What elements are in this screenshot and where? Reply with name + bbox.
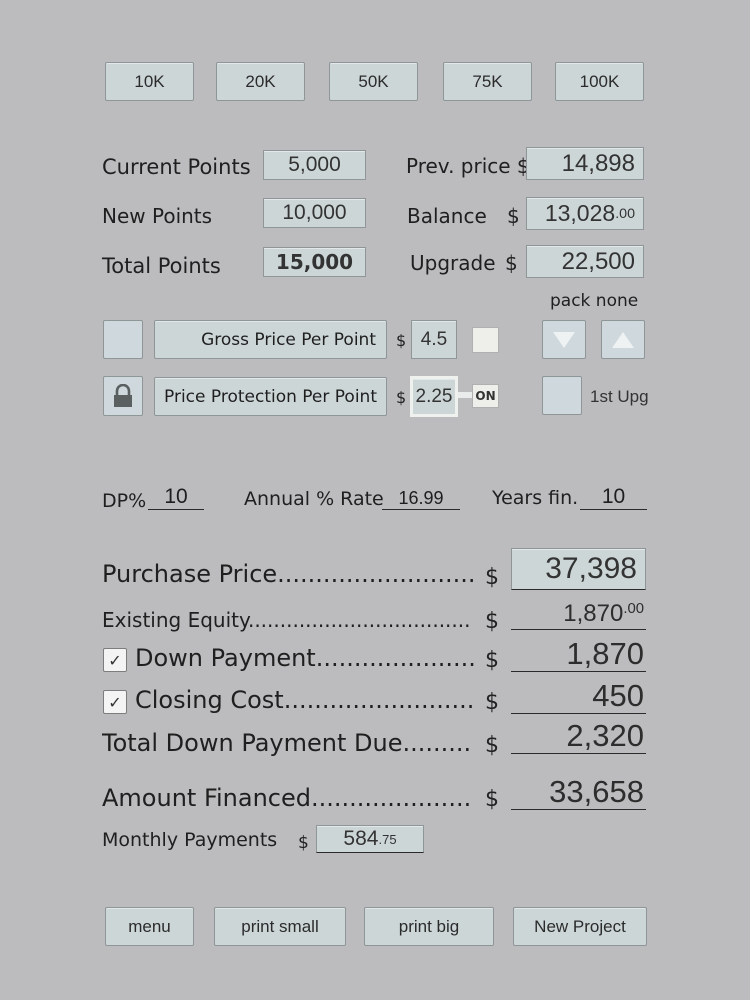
price-protection-per-point-button[interactable]: Price Protection Per Point	[154, 377, 387, 416]
total-down-payment-label: Total Down Payment Due.........	[102, 729, 472, 757]
total-down-currency: $	[485, 733, 499, 758]
gross-price-field[interactable]: 4.5	[411, 320, 457, 359]
pack-down-button[interactable]	[542, 320, 586, 359]
existing-equity-value: 1,870.00	[511, 600, 646, 630]
equity-main: 1,870	[563, 600, 624, 627]
closing-cost-value: 450	[511, 678, 646, 714]
purchase-price-field[interactable]: 37,398	[511, 548, 646, 590]
monthly-cents: .75	[378, 831, 397, 847]
first-upg-label: 1st Upg	[590, 387, 649, 406]
gross-checkbox[interactable]	[472, 327, 499, 353]
equity-currency: $	[485, 609, 499, 634]
purchase-currency: $	[485, 565, 499, 590]
upgrade-label: Upgrade	[410, 251, 496, 275]
years-financed-label: Years fin.	[492, 487, 579, 509]
first-upg-checkbox[interactable]	[542, 376, 582, 415]
protection-currency: $	[396, 388, 407, 407]
down-payment-checkbox[interactable]: ✓	[103, 648, 127, 672]
monthly-main: 584	[343, 827, 379, 850]
print-small-button[interactable]: print small	[214, 907, 346, 946]
arrow-down-icon	[553, 331, 575, 348]
toggle-track	[458, 392, 472, 398]
existing-equity-label: Existing Equity.........................…	[102, 608, 471, 632]
balance-currency: $	[507, 204, 520, 228]
gross-currency: $	[396, 331, 407, 350]
new-points-label: New Points	[102, 204, 213, 228]
total-down-payment-value: 2,320	[511, 718, 646, 754]
menu-button[interactable]: menu	[105, 907, 194, 946]
purchase-price-label: Purchase Price..........................	[102, 560, 476, 588]
closing-cost-currency: $	[485, 690, 499, 715]
lock-button[interactable]	[103, 376, 143, 416]
prev-price-label: Prev. price $	[406, 154, 530, 178]
amount-financed-currency: $	[485, 787, 499, 812]
gross-toggle-square[interactable]	[103, 320, 143, 359]
balance-label: Balance	[407, 204, 487, 228]
print-big-button[interactable]: print big	[364, 907, 494, 946]
down-payment-currency: $	[485, 648, 499, 673]
preset-10k-button[interactable]: 10K	[105, 62, 194, 101]
closing-cost-label: Closing Cost.........................	[135, 686, 475, 714]
preset-20k-button[interactable]: 20K	[216, 62, 305, 101]
upgrade-field: 22,500	[526, 245, 644, 278]
arrow-up-icon	[612, 331, 634, 348]
annual-rate-input[interactable]: 16.99	[382, 482, 460, 510]
monthly-payments-label: Monthly Payments	[102, 829, 278, 851]
balance-cents: .00	[615, 205, 635, 222]
years-financed-input[interactable]: 10	[580, 482, 647, 510]
prev-price-field[interactable]: 14,898	[526, 147, 644, 180]
new-points-field[interactable]: 10,000	[263, 198, 366, 228]
closing-cost-checkbox[interactable]: ✓	[103, 690, 127, 714]
upgrade-currency: $	[505, 251, 518, 275]
balance-field: 13,028.00	[526, 197, 644, 230]
preset-75k-button[interactable]: 75K	[443, 62, 532, 101]
lock-icon	[114, 384, 132, 407]
preset-100k-button[interactable]: 100K	[555, 62, 644, 101]
current-points-field[interactable]: 5,000	[263, 150, 366, 180]
amount-financed-value: 33,658	[511, 774, 646, 810]
dp-percent-label: DP%	[102, 490, 147, 512]
protection-price-field[interactable]: 2.25	[410, 376, 458, 417]
dp-percent-input[interactable]: 10	[148, 482, 204, 510]
monthly-currency: $	[298, 833, 309, 853]
annual-rate-label: Annual % Rate	[244, 488, 384, 510]
monthly-payment-field: 584.75	[316, 825, 424, 853]
total-points-field: 15,000	[263, 247, 366, 277]
down-payment-label: Down Payment.....................	[135, 644, 476, 672]
equity-cents: .00	[623, 600, 644, 617]
preset-50k-button[interactable]: 50K	[329, 62, 418, 101]
current-points-label: Current Points	[102, 155, 251, 179]
gross-price-per-point-button[interactable]: Gross Price Per Point	[154, 320, 387, 359]
balance-main: 13,028	[544, 200, 616, 226]
protection-toggle[interactable]: ON	[472, 384, 499, 408]
amount-financed-label: Amount Financed.....................	[102, 784, 472, 812]
new-project-button[interactable]: New Project	[513, 907, 647, 946]
down-payment-value: 1,870	[511, 636, 646, 672]
pack-up-button[interactable]	[601, 320, 645, 359]
total-points-label: Total Points	[102, 254, 221, 278]
pack-label: pack none	[550, 291, 639, 311]
